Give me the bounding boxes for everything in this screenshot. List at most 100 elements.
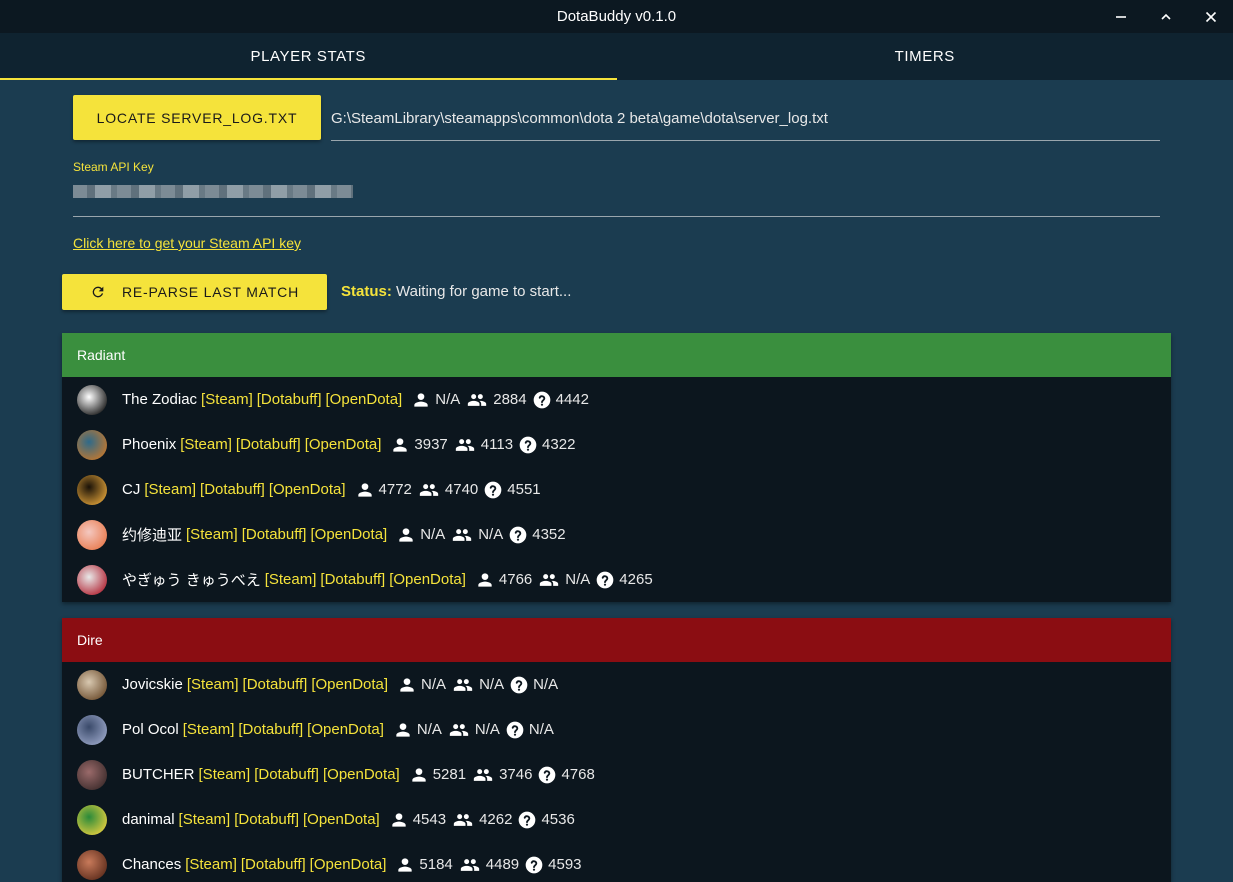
estimated-mmr-value: 4322: [542, 436, 576, 453]
steam-link[interactable]: [Steam]: [144, 481, 196, 498]
reparse-last-match-button[interactable]: RE-PARSE LAST MATCH: [62, 274, 327, 310]
dotabuff-link[interactable]: [Dotabuff]: [238, 721, 303, 738]
locate-server-log-button[interactable]: LOCATE SERVER_LOG.TXT: [73, 95, 321, 140]
tab-bar: PLAYER STATS TIMERS: [0, 33, 1233, 80]
dotabuff-link[interactable]: [Dotabuff]: [320, 571, 385, 588]
person-icon: [396, 722, 410, 737]
maximize-button[interactable]: [1143, 0, 1188, 33]
opendota-link[interactable]: [OpenDota]: [323, 766, 400, 783]
group-icon: [460, 858, 479, 871]
person-icon: [478, 572, 492, 587]
player-name: Jovicskie: [122, 676, 183, 693]
opendota-link[interactable]: [OpenDota]: [310, 526, 387, 543]
player-row: The Zodiac [Steam] [Dotabuff] [OpenDota] N/A…: [62, 377, 1171, 422]
solo-mmr-value: 4772: [378, 481, 412, 498]
estimated-mmr-value: N/A: [533, 676, 559, 693]
api-key-field[interactable]: [73, 176, 1160, 217]
log-path-input[interactable]: [331, 109, 1160, 127]
solo-mmr-value: 3937: [414, 436, 448, 453]
player-avatar: [77, 669, 107, 700]
dotabuff-link[interactable]: [Dotabuff]: [234, 811, 299, 828]
person-icon: [357, 482, 372, 497]
opendota-link[interactable]: [OpenDota]: [305, 436, 382, 453]
player-avatar: [77, 474, 107, 505]
group-icon: [453, 678, 473, 691]
group-icon: [453, 528, 472, 541]
help-icon: [533, 391, 550, 408]
steam-link[interactable]: [Steam]: [265, 571, 317, 588]
dire-team-card: Dire Jovicskie [Steam] [Dotabuff] [OpenDota…: [62, 618, 1171, 882]
player-row: やぎゅう きゅうべえ [Steam] [Dotabuff] [OpenDota] 476…: [62, 557, 1171, 602]
player-name: CJ: [122, 481, 141, 498]
group-icon: [419, 483, 439, 496]
party-mmr-value: 4262: [479, 811, 513, 828]
tab-timers[interactable]: TIMERS: [617, 33, 1233, 80]
opendota-link[interactable]: [OpenDota]: [303, 811, 380, 828]
player-name: BUTCHER: [122, 766, 195, 783]
dotabuff-link[interactable]: [Dotabuff]: [243, 676, 308, 693]
opendota-link[interactable]: [OpenDota]: [389, 571, 466, 588]
person-icon: [392, 812, 406, 827]
help-icon: [596, 571, 614, 588]
chevron-up-icon: [1160, 13, 1171, 20]
dotabuff-link[interactable]: [Dotabuff]: [241, 856, 306, 873]
person-icon: [393, 437, 408, 452]
opendota-link[interactable]: [OpenDota]: [326, 391, 403, 408]
group-icon: [453, 813, 473, 826]
opendota-link[interactable]: [OpenDota]: [269, 481, 346, 498]
estimated-mmr-value: 4551: [507, 481, 541, 498]
help-icon: [506, 721, 524, 738]
status-label: Status:: [341, 283, 392, 300]
player-name: 约修迪亚: [122, 527, 183, 544]
dotabuff-link[interactable]: [Dotabuff]: [254, 766, 319, 783]
status-text: Status: Waiting for game to start...: [341, 283, 571, 300]
player-avatar: [77, 804, 107, 835]
solo-mmr-value: N/A: [420, 526, 446, 543]
api-key-link[interactable]: Click here to get your Steam API key: [73, 235, 301, 251]
party-mmr-value: N/A: [474, 721, 500, 738]
party-mmr-value: N/A: [565, 571, 591, 588]
group-icon: [540, 573, 559, 586]
steam-link[interactable]: [Steam]: [186, 526, 238, 543]
steam-link[interactable]: [Steam]: [185, 856, 237, 873]
steam-link[interactable]: [Steam]: [180, 436, 232, 453]
group-icon: [449, 723, 469, 736]
help-icon: [539, 766, 556, 783]
close-button[interactable]: [1188, 0, 1233, 33]
player-name: danimal: [122, 811, 175, 828]
dotabuff-link[interactable]: [Dotabuff]: [257, 391, 322, 408]
tab-player-stats[interactable]: PLAYER STATS: [0, 33, 617, 80]
party-mmr-value: N/A: [478, 526, 504, 543]
minimize-button[interactable]: [1098, 0, 1143, 33]
radiant-header: Radiant: [62, 333, 1171, 377]
refresh-icon: [92, 286, 104, 298]
steam-link[interactable]: [Steam]: [183, 721, 235, 738]
player-name: The Zodiac: [122, 391, 198, 408]
player-avatar: [77, 384, 107, 415]
help-icon: [525, 856, 543, 873]
opendota-link[interactable]: [OpenDota]: [307, 721, 384, 738]
solo-mmr-value: N/A: [421, 676, 447, 693]
estimated-mmr-value: N/A: [528, 721, 554, 738]
steam-link[interactable]: [Steam]: [179, 811, 231, 828]
help-icon: [519, 811, 536, 828]
party-mmr-value: 4740: [444, 481, 479, 498]
group-icon: [455, 438, 474, 451]
dotabuff-link[interactable]: [Dotabuff]: [236, 436, 301, 453]
steam-link[interactable]: [Steam]: [201, 391, 253, 408]
dotabuff-link[interactable]: [Dotabuff]: [200, 481, 265, 498]
person-icon: [398, 857, 413, 872]
steam-link[interactable]: [Steam]: [199, 766, 251, 783]
steam-link[interactable]: [Steam]: [187, 676, 239, 693]
party-mmr-value: N/A: [479, 676, 505, 693]
minimize-icon: [1115, 15, 1126, 18]
opendota-link[interactable]: [OpenDota]: [311, 676, 388, 693]
group-icon: [473, 768, 493, 781]
title-bar: DotaBuddy v0.1.0: [0, 0, 1233, 33]
dotabuff-link[interactable]: [Dotabuff]: [242, 526, 307, 543]
player-name: Phoenix: [122, 436, 177, 453]
reparse-label: RE-PARSE LAST MATCH: [121, 284, 299, 300]
opendota-link[interactable]: [OpenDota]: [310, 856, 387, 873]
api-key-label: Steam API Key: [73, 160, 154, 174]
redacted-api-key: [73, 185, 353, 198]
